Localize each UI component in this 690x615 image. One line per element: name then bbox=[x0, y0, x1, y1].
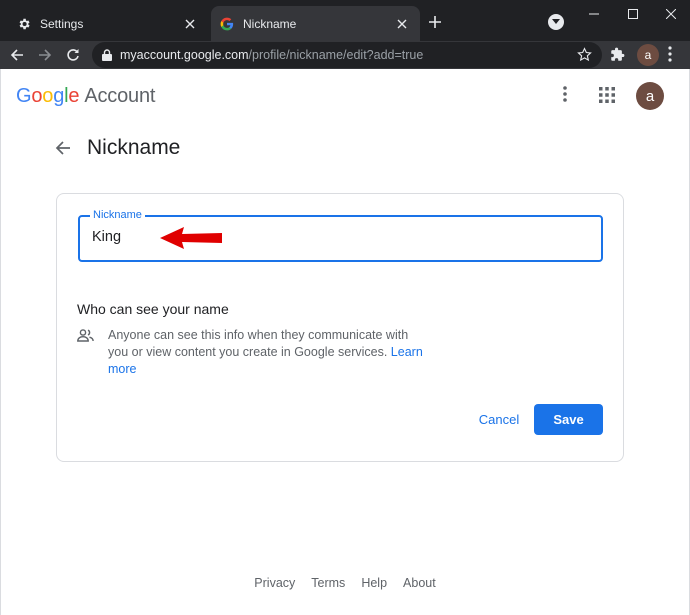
extensions-puzzle-icon[interactable] bbox=[610, 47, 625, 62]
logo-letter: G bbox=[16, 85, 32, 107]
nickname-card: Nickname Who can see your name Anyone ca… bbox=[56, 193, 624, 462]
logo-letter: g bbox=[53, 85, 65, 107]
forward-icon[interactable] bbox=[33, 43, 57, 67]
url-host: myaccount.google.com bbox=[120, 48, 249, 62]
avatar[interactable]: a bbox=[637, 44, 659, 66]
footer-link-about[interactable]: About bbox=[403, 576, 436, 590]
tab-title: Settings bbox=[40, 16, 84, 31]
address-bar[interactable]: myaccount.google.com/profile/nickname/ed… bbox=[92, 42, 602, 68]
logo-letter: o bbox=[31, 85, 43, 107]
page-title: Nickname bbox=[87, 136, 181, 159]
logo-letter: e bbox=[68, 85, 80, 107]
logo-suffix: Account bbox=[84, 85, 156, 107]
window-close-icon[interactable] bbox=[648, 0, 690, 28]
close-icon[interactable] bbox=[182, 16, 198, 32]
avatar[interactable]: a bbox=[636, 82, 664, 110]
url-text: myaccount.google.com/profile/nickname/ed… bbox=[120, 48, 423, 62]
bookmark-star-icon[interactable] bbox=[577, 47, 592, 62]
google-account-logo[interactable]: Google Account bbox=[16, 85, 155, 108]
new-tab-plus-icon[interactable] bbox=[426, 13, 444, 31]
google-account-header: Google Account a bbox=[1, 69, 689, 125]
nickname-field[interactable]: Nickname bbox=[78, 209, 603, 262]
more-vert-icon[interactable] bbox=[668, 46, 672, 62]
footer-links: Privacy Terms Help About bbox=[1, 576, 689, 590]
tab-settings[interactable]: Settings bbox=[8, 6, 208, 41]
back-icon[interactable] bbox=[5, 43, 29, 67]
people-icon bbox=[77, 329, 94, 342]
back-arrow-icon[interactable] bbox=[53, 138, 73, 158]
url-path: /profile/nickname/edit?add=true bbox=[248, 48, 424, 62]
tab-nickname[interactable]: Nickname bbox=[211, 6, 420, 41]
visibility-title: Who can see your name bbox=[77, 301, 229, 317]
visibility-text: Anyone can see this info when they commu… bbox=[108, 328, 409, 359]
tab-title: Nickname bbox=[243, 16, 297, 31]
google-g-icon bbox=[219, 16, 235, 32]
more-vert-icon[interactable] bbox=[563, 86, 567, 102]
page-title-row: Nickname bbox=[53, 135, 180, 161]
tab-search-chevron-icon[interactable] bbox=[548, 14, 564, 30]
red-arrow-annotation-icon bbox=[160, 225, 222, 256]
footer-link-terms[interactable]: Terms bbox=[311, 576, 345, 590]
nickname-field-label: Nickname bbox=[90, 209, 145, 221]
footer-link-help[interactable]: Help bbox=[361, 576, 387, 590]
gear-icon bbox=[16, 16, 32, 32]
lock-icon[interactable] bbox=[102, 49, 112, 61]
visibility-description: Anyone can see this info when they commu… bbox=[108, 327, 428, 378]
apps-grid-icon[interactable] bbox=[599, 87, 615, 103]
footer-link-privacy[interactable]: Privacy bbox=[254, 576, 295, 590]
browser-toolbar: myaccount.google.com/profile/nickname/ed… bbox=[0, 41, 690, 69]
reload-icon[interactable] bbox=[61, 43, 85, 67]
logo-letter: o bbox=[42, 85, 54, 107]
close-icon[interactable] bbox=[394, 16, 410, 32]
save-button[interactable]: Save bbox=[534, 404, 603, 435]
cancel-button[interactable]: Cancel bbox=[470, 404, 528, 435]
tab-strip: Settings Nickname bbox=[0, 0, 690, 41]
page-content: Google Account a Nickname Nickname King … bbox=[0, 69, 690, 615]
